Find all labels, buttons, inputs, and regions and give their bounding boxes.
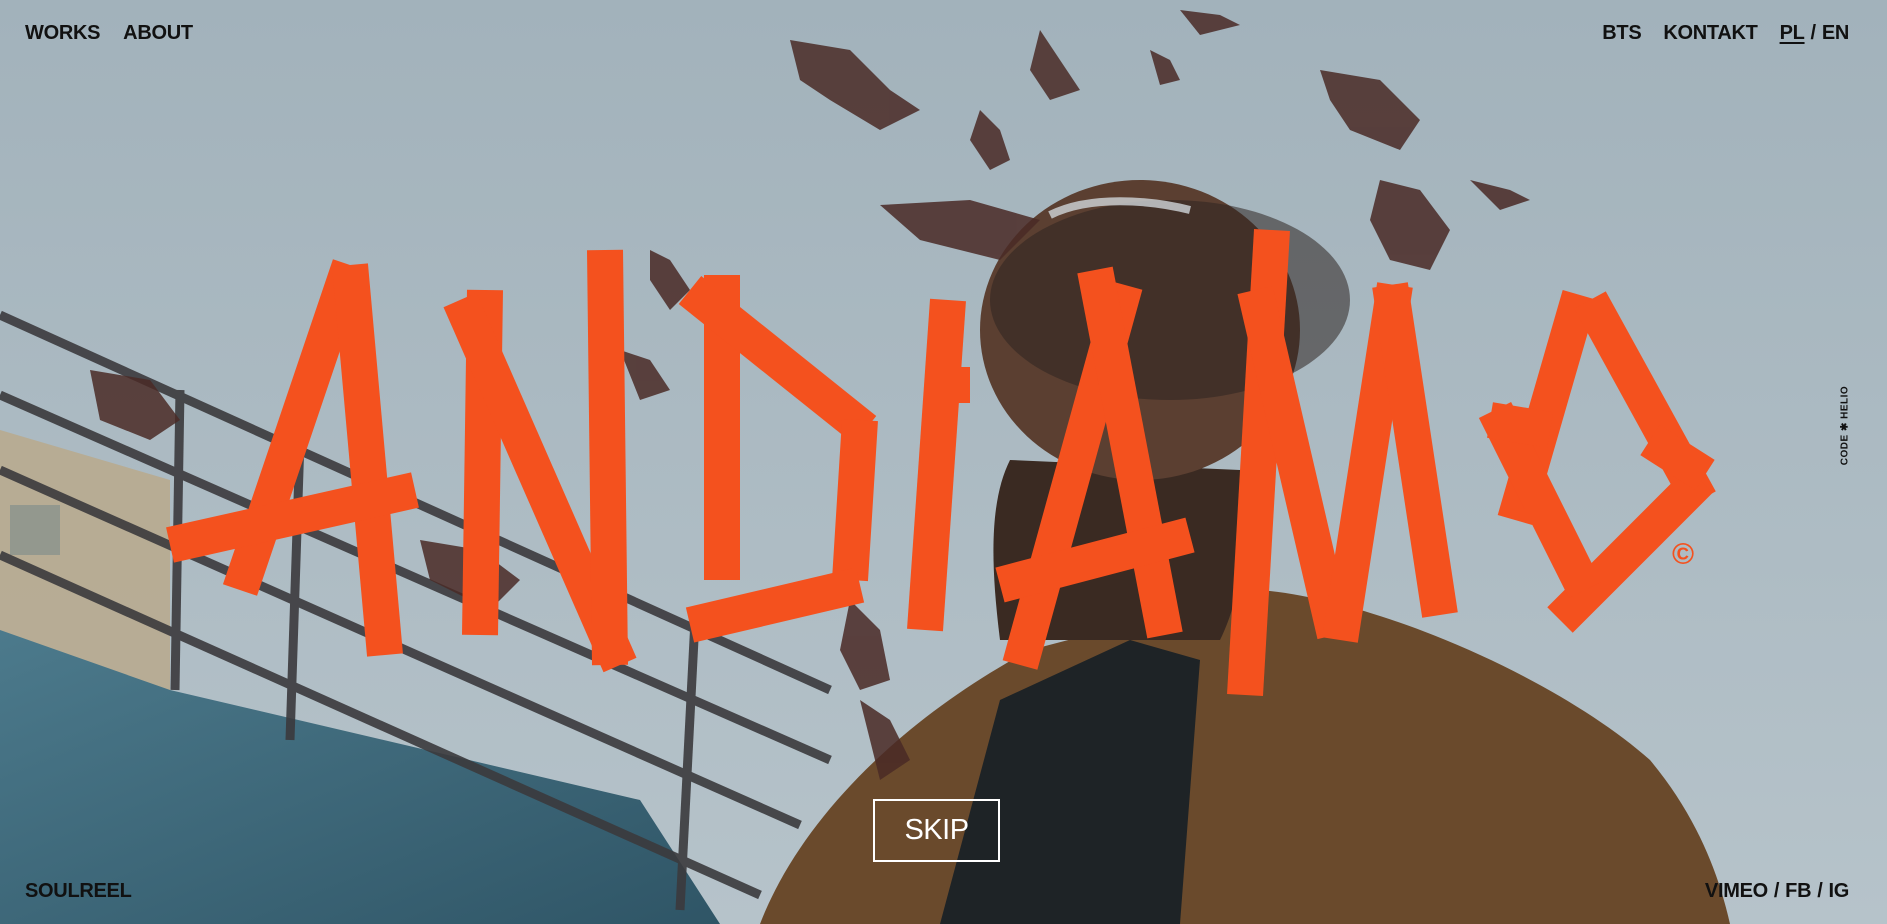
- vimeo-link[interactable]: VIMEO: [1705, 879, 1768, 903]
- social-separator: /: [1817, 880, 1823, 902]
- copyright-mark: ©: [1672, 538, 1695, 571]
- skip-button[interactable]: SKIP: [873, 799, 1000, 862]
- primary-nav: WORKS ABOUT: [25, 21, 193, 45]
- lang-en-link[interactable]: EN: [1822, 21, 1849, 45]
- secondary-nav: BTS KONTAKT PL / EN: [1602, 21, 1849, 45]
- andiamo-logo: [166, 228, 1716, 697]
- facebook-link[interactable]: FB: [1785, 879, 1811, 903]
- lang-separator: /: [1810, 22, 1817, 44]
- nav-bts-link[interactable]: BTS: [1602, 21, 1641, 45]
- nav-kontakt-link[interactable]: KONTAKT: [1663, 21, 1757, 45]
- language-switcher: PL / EN: [1780, 21, 1850, 45]
- soulreel-link[interactable]: SOULREEL: [25, 880, 132, 902]
- social-separator: /: [1773, 880, 1780, 902]
- lang-pl-link[interactable]: PL: [1780, 21, 1805, 45]
- footer-left: SOULREEL: [25, 879, 132, 903]
- landing-page: WORKS ABOUT BTS KONTAKT PL / EN © CODE ✱…: [0, 0, 1887, 924]
- social-links: VIMEO / FB / IG: [1705, 879, 1849, 903]
- nav-works-link[interactable]: WORKS: [25, 21, 100, 45]
- instagram-link[interactable]: IG: [1828, 879, 1849, 903]
- credit-label[interactable]: CODE ✱ HELIO: [1840, 386, 1851, 466]
- nav-about-link[interactable]: ABOUT: [123, 21, 193, 45]
